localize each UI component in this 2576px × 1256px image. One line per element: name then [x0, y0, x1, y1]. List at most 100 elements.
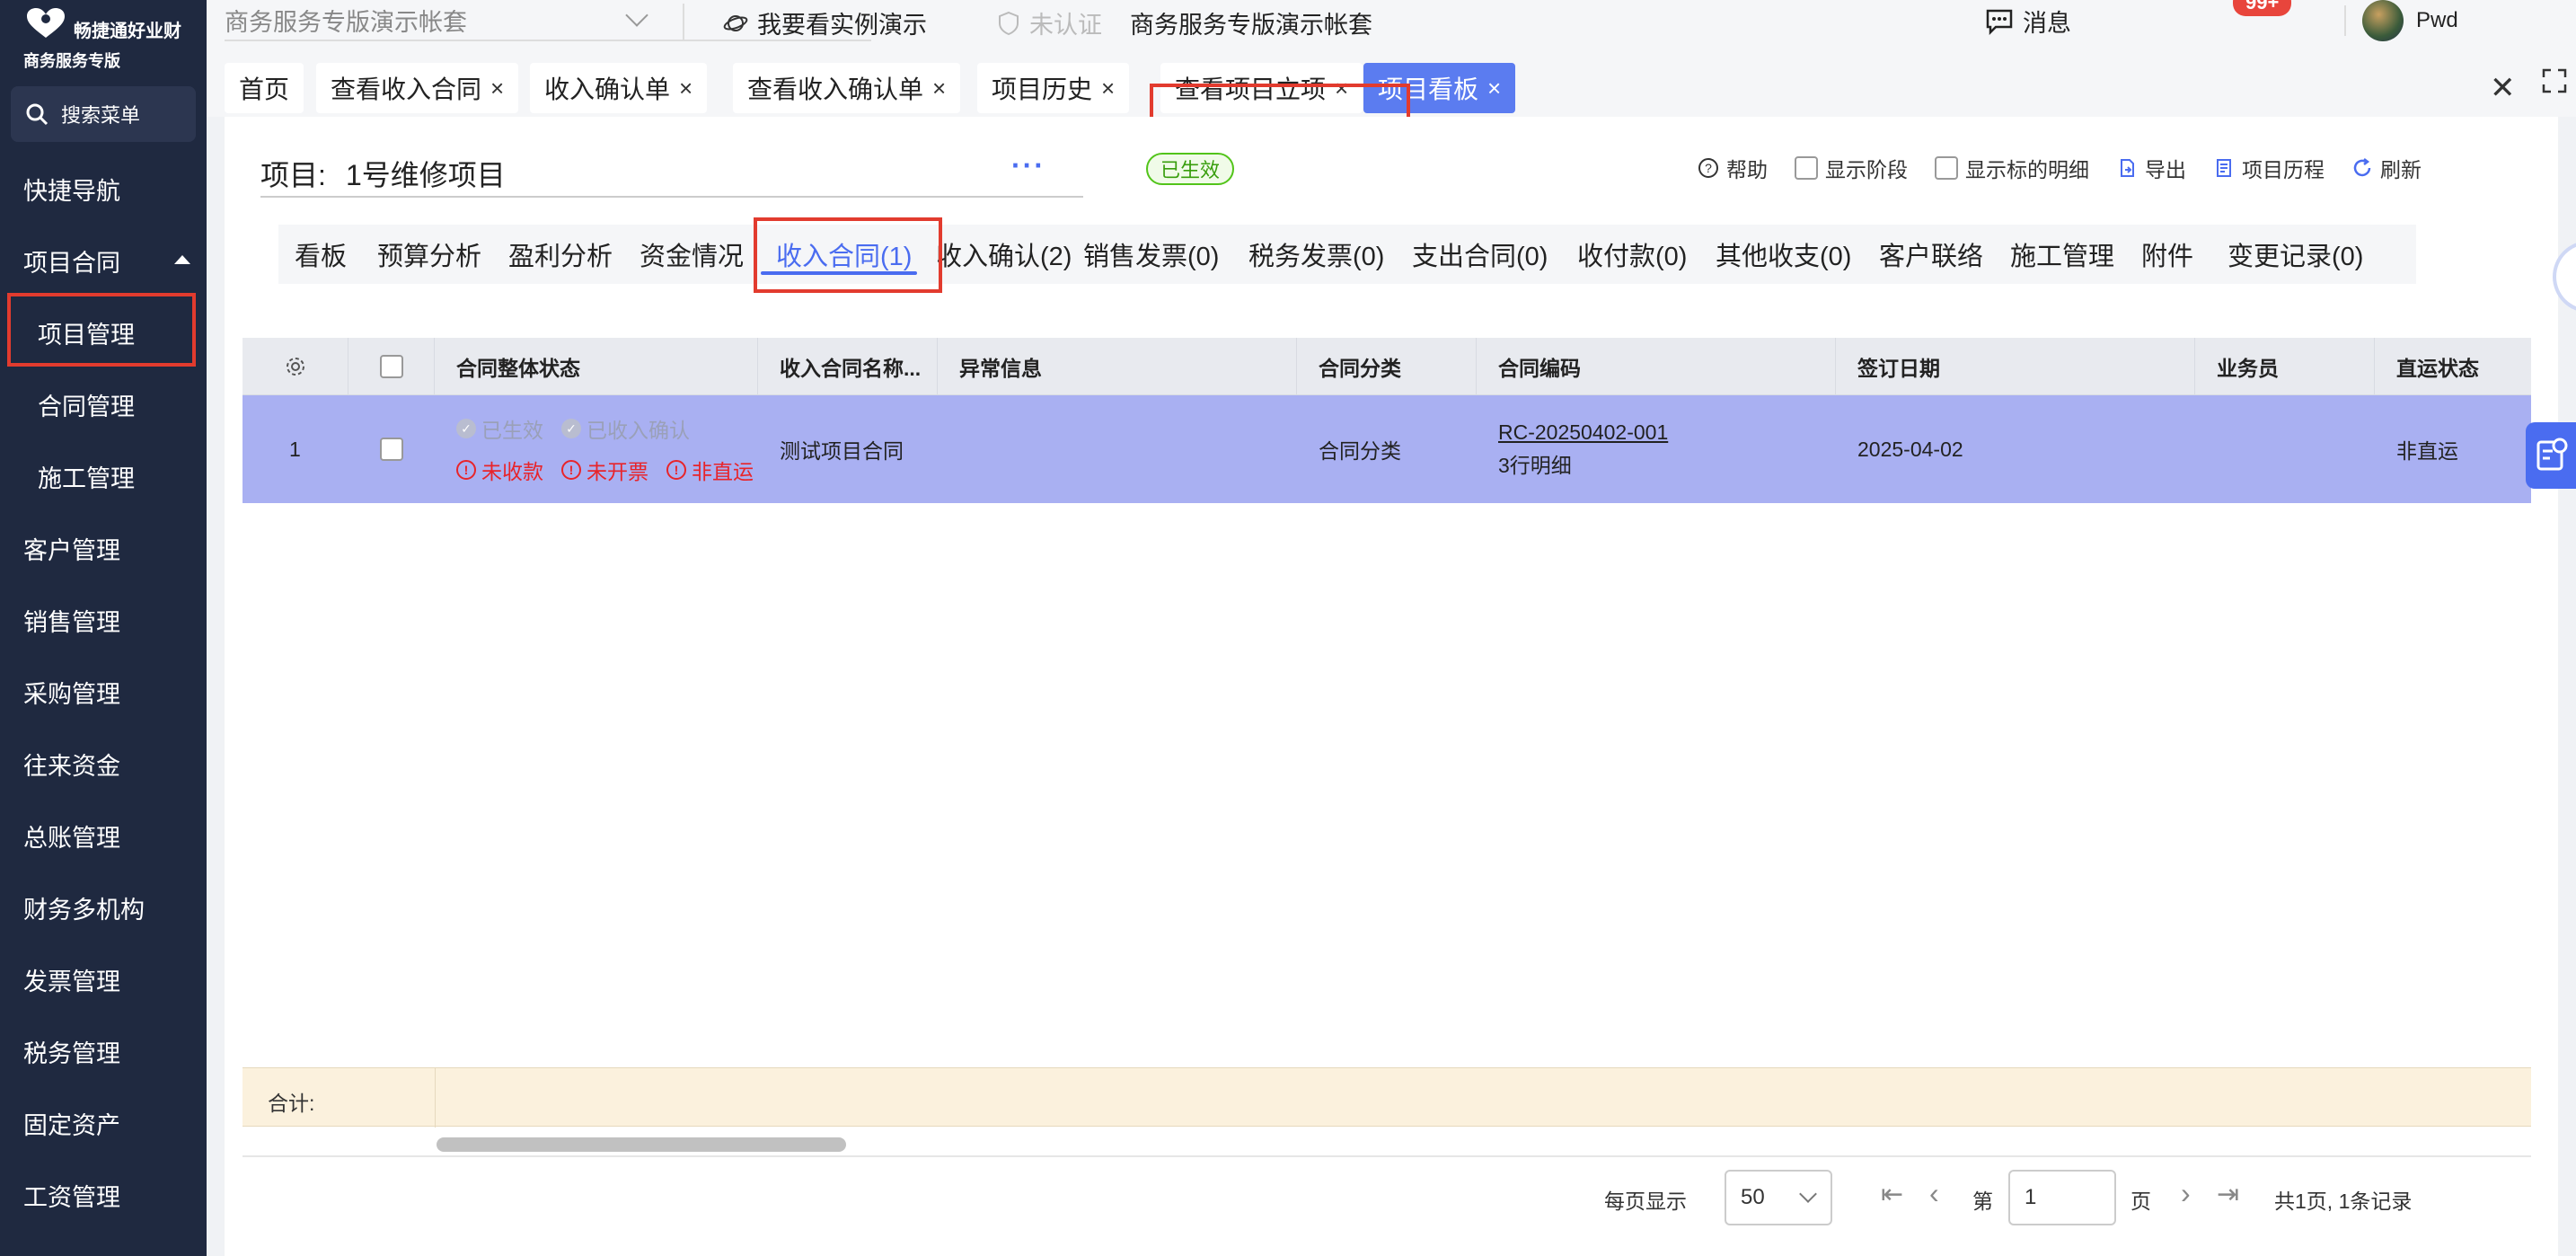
sidebar-item-label: 销售管理: [23, 608, 120, 636]
tab-tax-invoice[interactable]: 税务发票(0): [1248, 232, 1384, 277]
scrollbar-thumb[interactable]: [437, 1137, 846, 1152]
export-label: 导出: [2145, 158, 2186, 181]
sidebar-item-project-contract[interactable]: 项目合同: [0, 225, 207, 296]
close-icon[interactable]: ×: [679, 75, 693, 102]
row-salesman: [2195, 395, 2375, 503]
export-button[interactable]: 导出: [2116, 153, 2186, 183]
refresh-button[interactable]: 刷新: [2351, 153, 2422, 183]
pagination: 每页显示 50 ⇤ ‹ 第 1 页 › ⇥ 共1页, 1条记录: [243, 1155, 2531, 1227]
sidebar-item-construction[interactable]: 施工管理: [0, 440, 207, 512]
chevron-down-icon: [1799, 1185, 1817, 1203]
code-detail: 3行明细: [1498, 453, 1572, 477]
svg-text:?: ?: [1705, 161, 1712, 175]
select-all-checkbox[interactable]: [379, 355, 403, 378]
tab-view-income-confirmation[interactable]: 查看收入确认单 ×: [733, 63, 961, 113]
tab-income-confirmation[interactable]: 收入确认单 ×: [530, 63, 708, 113]
tab-expense-contract[interactable]: 支出合同(0): [1412, 232, 1548, 277]
page-input[interactable]: 1: [2008, 1170, 2116, 1225]
per-page-select[interactable]: 50: [1725, 1170, 1832, 1225]
header-category[interactable]: 合同分类: [1297, 338, 1477, 395]
user-menu[interactable]: Pwd: [2362, 0, 2458, 41]
close-icon[interactable]: ×: [932, 75, 946, 102]
close-icon[interactable]: ×: [1101, 75, 1115, 102]
gear-icon: [286, 358, 304, 376]
column-settings[interactable]: [243, 338, 348, 395]
tab-profit-analysis[interactable]: 盈利分析: [508, 232, 613, 277]
help-button[interactable]: ? 帮助: [1698, 153, 1768, 183]
more-icon[interactable]: ···: [1011, 149, 1045, 182]
show-detail-checkbox[interactable]: 显示标的明细: [1935, 153, 2089, 183]
tab-other-income-expense[interactable]: 其他收支(0): [1716, 232, 1851, 277]
header-code[interactable]: 合同编码: [1477, 338, 1836, 395]
tab-project-history[interactable]: 项目历史 ×: [977, 63, 1130, 113]
messages-label: 消息: [2023, 10, 2071, 37]
project-panel: 项目: 1号维修项目 ··· 已生效 ? 帮助 显示阶段 显示标的明细 导出 项…: [225, 117, 2558, 1256]
project-name: 1号维修项目: [346, 159, 506, 191]
tab-view-income-contract[interactable]: 查看收入合同 ×: [316, 63, 519, 113]
status-text: 未收款: [481, 460, 543, 483]
horizontal-scrollbar[interactable]: [437, 1136, 2104, 1154]
sidebar-item-purchasing[interactable]: 采购管理: [0, 656, 207, 728]
sidebar-item-quick-nav[interactable]: 快捷导航: [0, 153, 207, 225]
help-label: 帮助: [1726, 158, 1768, 181]
table-row[interactable]: 1 ✓已生效 ✓已收入确认 !未收款 !未开票 !非直运 测试项目合同: [243, 395, 2531, 503]
row-checkbox[interactable]: [380, 438, 403, 461]
tab-construction[interactable]: 施工管理: [2010, 232, 2114, 277]
topbar: 商务服务专版演示帐套 我要看实例演示 未认证 商务服务专版演示帐套 消息 99+…: [207, 0, 2576, 45]
user-name: Pwd: [2416, 8, 2458, 32]
sidebar-item-ledger[interactable]: 总账管理: [0, 800, 207, 871]
close-icon[interactable]: ×: [490, 75, 504, 102]
header-exception[interactable]: 异常信息: [938, 338, 1297, 395]
tab-income-confirm[interactable]: 收入确认(2): [936, 232, 1072, 277]
show-stage-checkbox[interactable]: 显示阶段: [1795, 153, 1908, 183]
contract-code-link[interactable]: RC-20250402-001: [1498, 420, 1668, 445]
tab-change-log[interactable]: 变更记录(0): [2228, 232, 2363, 277]
planet-icon: [723, 14, 748, 31]
tab-sales-invoice[interactable]: 销售发票(0): [1083, 232, 1219, 277]
sidebar-item-payroll[interactable]: 工资管理: [0, 1159, 207, 1231]
project-label: 项目:: [260, 159, 326, 191]
sidebar-item-invoices[interactable]: 发票管理: [0, 943, 207, 1015]
close-icon[interactable]: ×: [1487, 75, 1501, 102]
sidebar-item-fixed-assets[interactable]: 固定资产: [0, 1087, 207, 1159]
header-contract-name[interactable]: 收入合同名称...: [758, 338, 938, 395]
close-all-tabs-icon[interactable]: ✕: [2490, 70, 2516, 106]
sidebar-item-customers[interactable]: 客户管理: [0, 512, 207, 584]
tab-board[interactable]: 看板: [295, 232, 347, 277]
search-menu-button[interactable]: 搜索菜单: [11, 86, 196, 142]
certification-label: 未认证: [1029, 12, 1102, 39]
fullscreen-icon[interactable]: [2542, 68, 2567, 93]
tab-payments[interactable]: 收付款(0): [1577, 232, 1687, 277]
sidebar-item-label: 工资管理: [23, 1183, 120, 1211]
sidebar-item-sales[interactable]: 销售管理: [0, 584, 207, 656]
header-direct-shipping[interactable]: 直运状态: [2375, 338, 2531, 395]
sidebar-item-contract-management[interactable]: 合同管理: [0, 368, 207, 440]
sidebar-item-multi-org[interactable]: 财务多机构: [0, 871, 207, 943]
sidebar-item-tax[interactable]: 税务管理: [0, 1015, 207, 1087]
certification-status[interactable]: 未认证: [997, 5, 1102, 40]
main-content: 项目: 1号维修项目 ··· 已生效 ? 帮助 显示阶段 显示标的明细 导出 项…: [207, 117, 2576, 1256]
checkbox[interactable]: [1935, 156, 1958, 180]
tab-attachments[interactable]: 附件: [2141, 232, 2193, 277]
messages-button[interactable]: 消息: [1985, 4, 2071, 39]
table-header: 合同整体状态 收入合同名称... 异常信息 合同分类 合同编码 签订日期 业务员…: [243, 338, 2531, 395]
demo-link[interactable]: 我要看实例演示: [723, 5, 927, 40]
tab-customer-contact[interactable]: 客户联络: [1879, 232, 1983, 277]
tab-home[interactable]: 首页: [225, 63, 304, 113]
project-history-button[interactable]: 项目历程: [2213, 153, 2325, 183]
header-salesman[interactable]: 业务员: [2195, 338, 2375, 395]
tab-funds[interactable]: 资金情况: [640, 232, 744, 277]
checkbox[interactable]: [1795, 156, 1818, 180]
first-page-icon[interactable]: ⇤: [1881, 1179, 1903, 1210]
header-status[interactable]: 合同整体状态: [435, 338, 758, 395]
prev-page-icon[interactable]: ‹: [1929, 1177, 1939, 1210]
sidebar-item-funds[interactable]: 往来资金: [0, 728, 207, 800]
tab-budget-analysis[interactable]: 预算分析: [377, 232, 481, 277]
header-sign-date[interactable]: 签订日期: [1836, 338, 2195, 395]
floating-service-button[interactable]: [2526, 422, 2576, 489]
tab-label: 项目历史: [992, 75, 1093, 103]
next-page-icon[interactable]: ›: [2181, 1177, 2191, 1210]
last-page-icon[interactable]: ⇥: [2217, 1179, 2239, 1210]
account-name: 商务服务专版演示帐套: [1130, 12, 1372, 39]
status-text: 已生效: [481, 419, 543, 442]
